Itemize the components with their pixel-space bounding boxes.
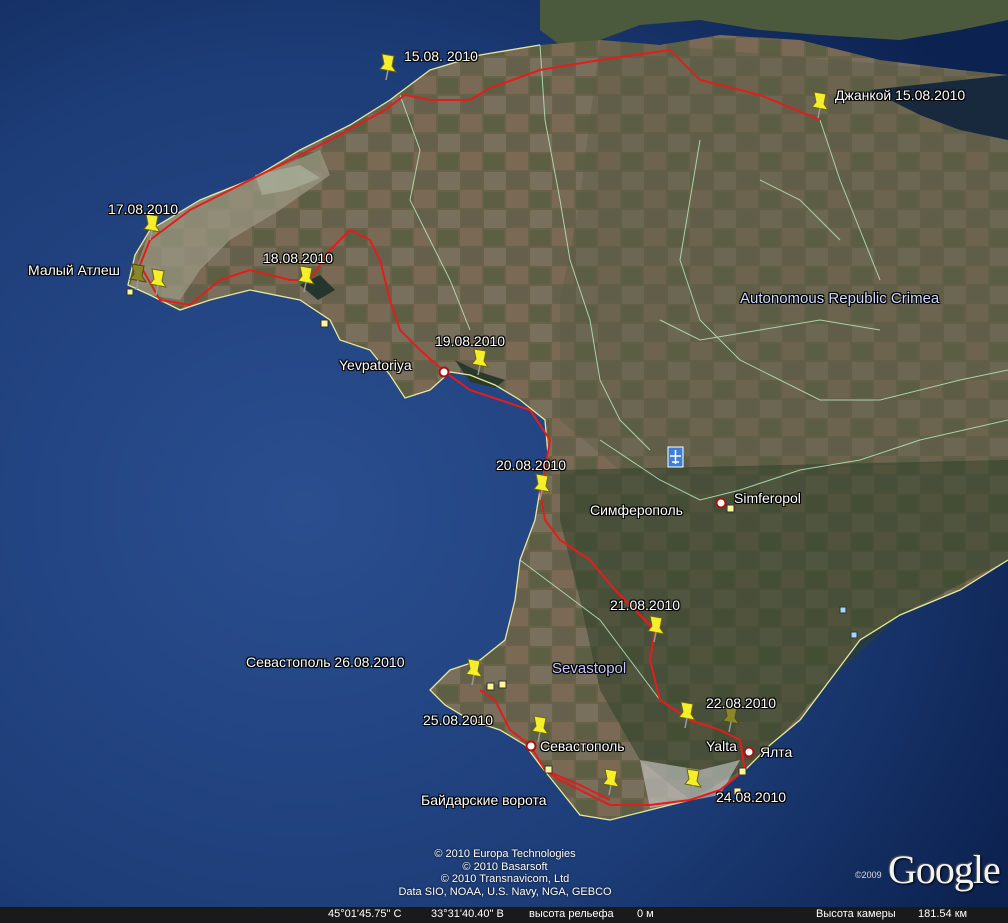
label-19-08: 19.08.2010 bbox=[435, 333, 506, 349]
label-20-08: 20.08.2010 bbox=[496, 457, 567, 473]
copyright-line: © 2010 Basarsoft bbox=[462, 860, 548, 873]
label-yalta-ru: Ялта bbox=[760, 744, 793, 760]
label-18-08: 18.08.2010 bbox=[263, 250, 334, 266]
status-elevation-value: 0 м bbox=[637, 908, 654, 920]
label-maly-atlesh: Малый Атлеш bbox=[28, 262, 120, 278]
label-simferopol-ru: Симферополь bbox=[590, 502, 683, 518]
label-15-08: 15.08. 2010 bbox=[404, 48, 478, 64]
label-sevastopol-ru: Севастополь bbox=[540, 738, 625, 754]
place-square-icon bbox=[544, 765, 553, 774]
google-logo: Google bbox=[888, 847, 1001, 892]
label-21-08: 21.08.2010 bbox=[610, 597, 681, 613]
place-square-icon bbox=[738, 767, 747, 776]
map-view[interactable]: 15.08. 2010 Джанкой 15.08.2010 17.08.201… bbox=[0, 0, 1008, 923]
place-square-icon bbox=[320, 319, 329, 328]
city-dot-sevastopol bbox=[525, 740, 537, 752]
label-sevastopol-en: Sevastopol bbox=[552, 660, 627, 677]
place-square-icon bbox=[726, 504, 735, 513]
status-elevation-label: высота рельефа bbox=[529, 908, 614, 920]
status-bar: 45°01'45.75" С 33°31'40.40" В высота рел… bbox=[0, 907, 1008, 923]
label-baidar-gate: Байдарские ворота bbox=[421, 792, 547, 808]
place-square-icon bbox=[486, 682, 495, 691]
label-simferopol-en: Simferopol bbox=[734, 490, 801, 506]
place-square-icon bbox=[498, 680, 507, 689]
city-dot-yalta bbox=[743, 746, 755, 758]
label-sevastopol-26-08: Севастополь 26.08.2010 bbox=[246, 654, 405, 670]
city-dot-yevpatoriya bbox=[438, 366, 450, 378]
copyright-line: Data SIO, NOAA, U.S. Navy, NGA, GEBCO bbox=[398, 885, 612, 898]
copyright-line: © 2010 Europa Technologies bbox=[434, 848, 576, 860]
label-22-08: 22.08.2010 bbox=[706, 695, 777, 711]
status-longitude: 33°31'40.40" В bbox=[431, 908, 504, 920]
label-17-08: 17.08.2010 bbox=[108, 201, 179, 217]
label-region: Autonomous Republic Crimea bbox=[740, 290, 940, 307]
place-square-icon bbox=[850, 631, 858, 639]
logo-year: ©2009 bbox=[855, 870, 882, 880]
status-camera-label: Высота камеры bbox=[816, 908, 896, 920]
label-24-08: 24.08.2010 bbox=[716, 789, 787, 805]
copyright-block: © 2010 Europa Technologies © 2010 Basars… bbox=[395, 848, 615, 898]
place-square-icon bbox=[839, 606, 847, 614]
status-latitude: 45°01'45.75" С bbox=[328, 908, 402, 920]
city-dot-simferopol bbox=[715, 497, 727, 509]
label-dzhankoy: Джанкой 15.08.2010 bbox=[835, 87, 966, 103]
label-yalta-en: Yalta bbox=[706, 738, 737, 754]
copyright-line: © 2010 Transnavicom, Ltd bbox=[440, 873, 570, 885]
status-camera-value: 181.54 км bbox=[918, 908, 968, 920]
label-25-08: 25.08.2010 bbox=[423, 712, 494, 728]
label-yevpatoriya: Yevpatoriya bbox=[339, 357, 412, 373]
place-square-icon bbox=[126, 288, 134, 296]
